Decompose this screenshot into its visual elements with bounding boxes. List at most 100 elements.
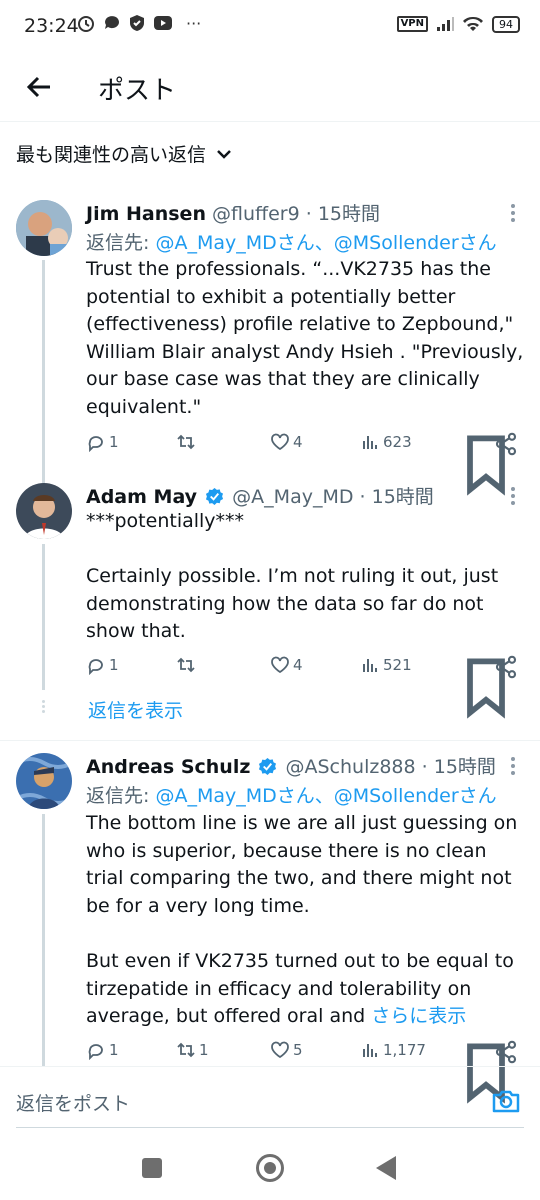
handle: @ASchulz888 [285,756,416,778]
like-button[interactable]: 5 [270,1040,303,1060]
replying-to-label: 返信先: [86,785,156,807]
handle: @A_May_MD [232,486,354,508]
handle: @fluffer9 [212,203,300,225]
display-name: Jim Hansen [86,203,206,225]
reply-button[interactable]: 1 [86,1040,119,1060]
timestamp: 15時間 [371,486,434,508]
tweet-paragraph [86,920,526,948]
more-options-icon[interactable] [510,754,516,778]
signal-icon [437,17,454,31]
like-button[interactable]: 4 [270,655,303,675]
views-chart-icon [363,1044,377,1057]
reply-icon [88,1044,103,1060]
avatar-image [16,753,72,809]
repost-icon [177,657,195,673]
separator-dot: · [415,756,434,778]
views-count: 1,177 [383,1041,426,1059]
repost-button[interactable] [176,432,199,452]
reply-button[interactable]: 1 [86,432,119,452]
replying-to: 返信先: @A_May_MDさん、@MSollenderさん [86,228,497,255]
replying-to-handles[interactable]: @A_May_MDさん、@MSollenderさん [155,232,496,254]
recents-button[interactable] [142,1158,162,1178]
show-more-link[interactable]: さらに表示 [371,1005,466,1027]
tweet-actions: 1 1 5 1,177 [86,1040,518,1104]
separator-dot: · [353,486,372,508]
views-chart-icon [363,436,377,449]
tweet-paragraph: The bottom line is we are all just guess… [86,812,518,917]
more-notifications-icon: ··· [186,13,202,33]
views-button[interactable]: 1,177 [360,1040,426,1060]
avatar[interactable] [16,200,72,256]
back-arrow-icon[interactable] [22,70,56,104]
more-options-icon[interactable] [510,484,516,508]
reply-icon [88,659,103,675]
tweet-author[interactable]: Adam May @A_May_MD · 15時間 [86,482,434,509]
reply-button[interactable]: 1 [86,655,119,675]
sort-dropdown[interactable]: 最も関連性の高い返信 [16,140,232,167]
tweet-actions: 1 4 623 [86,432,518,496]
tweet-author[interactable]: Andreas Schulz @ASchulz888 · 15時間 [86,752,496,779]
show-replies-link[interactable]: 返信を表示 [88,696,183,723]
views-count: 521 [383,656,412,674]
heart-icon [271,433,289,451]
views-count: 623 [383,433,412,451]
camera-icon[interactable] [490,1085,522,1117]
vpn-icon: VPN [396,16,428,32]
repost-button[interactable]: 1 [176,1040,209,1060]
youtube-icon [154,16,172,30]
reply-input[interactable]: 返信をポスト [16,1089,130,1116]
heart-icon [271,1041,289,1059]
reply-icon [88,436,103,452]
tweet-paragraph: Certainly possible. I’m not ruling it ou… [86,565,499,643]
thread-line [42,544,45,690]
thread-line [42,260,45,486]
more-options-icon[interactable] [510,201,516,225]
alarm-icon [78,16,94,32]
verified-badge-icon [259,757,277,776]
reply-count: 1 [109,1041,119,1059]
share-icon[interactable] [494,432,518,456]
separator-dot: · [299,203,318,225]
like-count: 4 [293,656,303,674]
share-icon[interactable] [494,1040,518,1064]
avatar[interactable] [16,753,72,809]
views-button[interactable]: 521 [360,655,412,675]
reply-composer: 返信をポスト [0,1066,540,1136]
tweet-author[interactable]: Jim Hansen @fluffer9 · 15時間 [86,199,380,226]
chevron-down-icon [217,149,231,159]
top-app-bar: ポスト [0,56,540,122]
avatar-image [16,200,72,256]
status-bar: 23:24 ··· VPN 94 [0,0,540,56]
replying-to: 返信先: @A_May_MDさん、@MSollenderさん [86,781,497,808]
replying-to-label: 返信先: [86,232,156,254]
views-chart-icon [363,659,377,672]
back-button[interactable] [376,1156,396,1180]
avatar-image [16,483,72,539]
share-icon[interactable] [494,655,518,679]
reply-count: 1 [109,656,119,674]
views-button[interactable]: 623 [360,432,412,452]
chat-bubble-icon [105,16,119,29]
sort-label: 最も関連性の高い返信 [16,144,207,166]
home-button[interactable] [256,1154,284,1182]
repost-icon [177,434,195,450]
tweet-paragraph [86,536,526,564]
system-icons: VPN 94 [396,15,520,33]
tweet-text: ***potentially*** Certainly possible. I’… [86,508,526,646]
tweet-actions: 1 4 521 [86,655,518,719]
tweet-text: Trust the professionals. “...VK2735 has … [86,256,526,422]
replying-to-handles[interactable]: @A_May_MDさん、@MSollenderさん [155,785,496,807]
notification-icons: ··· [76,13,201,33]
thread-line [42,814,45,1066]
repost-count: 1 [199,1041,209,1059]
like-count: 5 [293,1041,303,1059]
like-button[interactable]: 4 [270,432,303,452]
composer-underline [16,1127,524,1128]
shield-icon [130,15,144,31]
tweet-paragraph: But even if VK2735 turned out to be equa… [86,948,526,1031]
tweet-paragraph: Trust the professionals. “...VK2735 has … [86,258,524,418]
thread-continuation-dots [42,698,46,715]
avatar[interactable] [16,483,72,539]
tweet-text: The bottom line is we are all just guess… [86,810,526,1031]
repost-button[interactable] [176,655,199,675]
